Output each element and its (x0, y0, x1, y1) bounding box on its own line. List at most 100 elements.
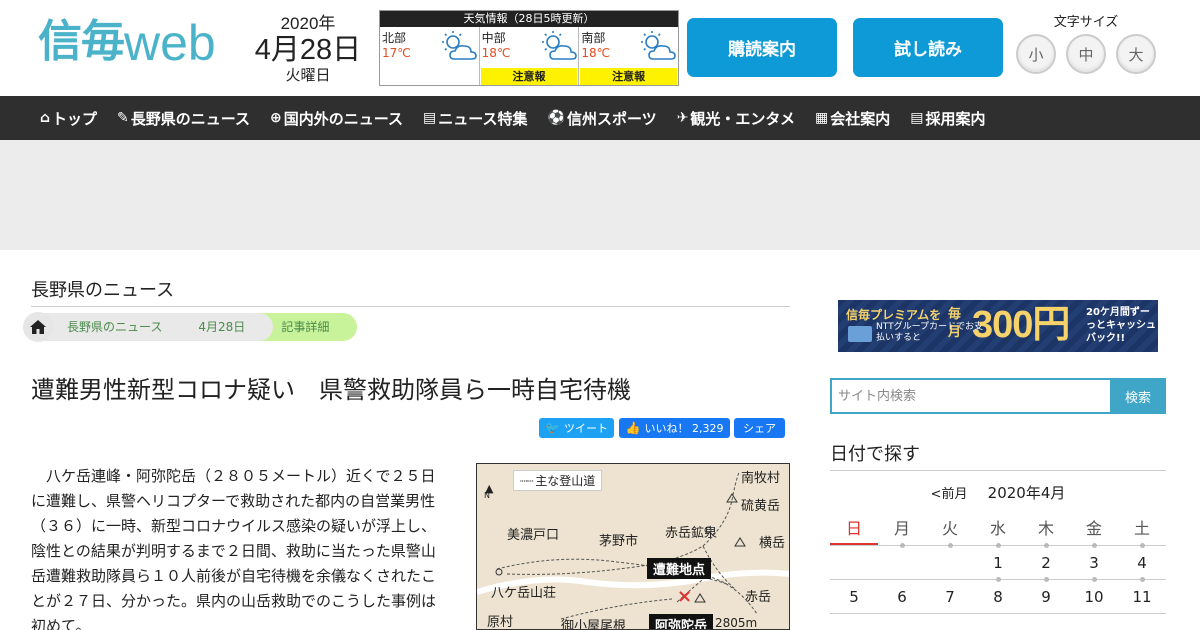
calendar-day[interactable]: 3 (1070, 546, 1118, 582)
tweet-button[interactable]: 🐦 ツイート (539, 418, 614, 438)
nav-item-sports[interactable]: ⚽ 信州スポーツ (548, 108, 657, 129)
calendar-day[interactable]: 11 (1118, 580, 1166, 613)
calendar-month: 2020年4月 (987, 484, 1066, 502)
svg-text:×: × (677, 586, 692, 607)
nav-item-tourism[interactable]: ✈ 観光・エンタメ (677, 108, 795, 129)
calendar-day (878, 546, 926, 579)
search-input[interactable] (830, 378, 1110, 414)
calendar-nav: <前月 2020年4月 (830, 482, 1166, 503)
map-label: 硫黄岳 (741, 499, 781, 514)
sun-cloud-icon (442, 31, 477, 60)
map-legend: ┈┈ 主な登山道 (513, 470, 603, 491)
calendar-day[interactable]: 10 (1070, 580, 1118, 613)
search-button[interactable]: 検索 (1110, 378, 1166, 414)
premium-small: 毎月 (948, 307, 962, 340)
breadcrumb-home[interactable] (23, 312, 53, 342)
weather-north[interactable]: 北部 17℃ (380, 27, 480, 85)
weekday-label: 土 (1133, 519, 1150, 538)
calendar-day[interactable]: 7 (926, 580, 974, 613)
weather-region: 南部 (581, 31, 606, 45)
like-label: いいね！ 2,329 (644, 422, 724, 435)
nav-label: 国内外のニュース (283, 109, 404, 128)
weather-temp: 17℃ (382, 46, 411, 60)
weather-warning[interactable]: 注意報 (480, 68, 578, 85)
weekday-label: 金 (1085, 519, 1102, 538)
trial-read-button[interactable]: 試し読み (853, 18, 1003, 77)
premium-line1: 信毎プレミアムを (846, 308, 942, 322)
ball-icon: ⚽ (547, 110, 565, 126)
font-size-large-button[interactable]: 大 (1116, 34, 1156, 74)
date-month-day: 4月28日 (254, 34, 362, 66)
home-icon: ⌂ (40, 110, 51, 126)
weather-temp: 18℃ (581, 46, 611, 60)
map-label: 茅野市 (599, 534, 639, 549)
list-icon: ▤ (910, 110, 924, 126)
thumbs-up-icon: 👍 (625, 421, 641, 435)
weekday-label: 水 (989, 519, 1006, 538)
nav-item-top[interactable]: ⌂ トップ (40, 108, 97, 129)
date-year: 2020年 (280, 14, 336, 33)
calendar: 日 月 火 水 木 金 土 1 2 3 4 5 6 7 8 9 10 11 (830, 514, 1166, 614)
nav-item-company[interactable]: ▦ 会社案内 (815, 108, 890, 129)
document-icon: ▤ (423, 110, 437, 126)
day-number: 1 (993, 554, 1003, 572)
section-title: 長野県のニュース (31, 276, 790, 307)
breadcrumb-item[interactable]: 4月28日 (176, 313, 274, 341)
day-number: 3 (1089, 554, 1099, 572)
like-button[interactable]: 👍 いいね！ 2,329 (619, 418, 730, 438)
font-size-label: 文字サイズ (1053, 15, 1119, 30)
weather-temp: 18℃ (481, 46, 511, 60)
weekday-wed: 水 (974, 514, 1022, 548)
map-legend-line: ┈┈ (520, 474, 536, 488)
map-label: 美濃戸口 (507, 528, 560, 543)
pen-icon: ✎ (117, 110, 129, 126)
calendar-day (830, 546, 878, 579)
article-headline: 遭難男性新型コロナ疑い 県警救助隊員ら一時自宅待機 (31, 376, 631, 404)
weather-region: 北部 (382, 31, 407, 45)
nav-item-recruit[interactable]: ▤ 採用案内 (910, 108, 985, 129)
font-size-control: 文字サイズ 小 中 大 (1010, 14, 1162, 74)
calendar-day[interactable]: 5 (830, 580, 878, 613)
calendar-day[interactable]: 2 (1022, 546, 1070, 582)
ad-banner-area (0, 140, 1200, 250)
calendar-day[interactable]: 6 (878, 580, 926, 613)
today-date: 2020年 4月28日 火曜日 (248, 14, 368, 84)
subscribe-button[interactable]: 購読案内 (687, 18, 837, 77)
day-number: 2 (1041, 554, 1051, 572)
main-nav: ⌂ トップ ✎ 長野県のニュース ⊕ 国内外のニュース ▤ ニュース特集 ⚽ 信… (0, 96, 1200, 140)
weather-central[interactable]: 中部 18℃ 注意報 (480, 27, 580, 85)
weather-widget[interactable]: 天気情報（28日5時更新） 北部 17℃ 中部 18℃ 注意報 南部 18℃ 注… (379, 10, 679, 86)
calendar-day[interactable]: 9 (1022, 580, 1070, 613)
weekday-tue: 火 (926, 514, 974, 548)
map-label: 2805m (715, 616, 758, 630)
calendar-day[interactable]: 8 (974, 580, 1022, 613)
calendar-weekdays: 日 月 火 水 木 金 土 (830, 514, 1166, 548)
map-label: 原村 (487, 615, 514, 630)
calendar-week: 1 2 3 4 (830, 546, 1166, 582)
nav-item-world-news[interactable]: ⊕ 国内外のニュース (270, 108, 403, 129)
nav-item-nagano-news[interactable]: ✎ 長野県のニュース (117, 108, 250, 129)
share-button[interactable]: シェア (734, 418, 785, 438)
map-legend-label: 主な登山道 (535, 474, 596, 488)
weekday-mon: 月 (878, 514, 926, 548)
calendar-day[interactable]: 1 (974, 546, 1022, 582)
calendar-day[interactable]: 4 (1118, 546, 1166, 582)
premium-banner[interactable]: 信毎プレミアムを NTTグループカードでお支払いすると 毎月 300円 20ケ月… (838, 300, 1158, 352)
nav-label: 会社案内 (830, 109, 891, 128)
site-search: 検索 (830, 378, 1166, 414)
article-map-image[interactable]: × ▲ N ┈┈ 主な登山道 南牧村 硫黄岳 美濃戸口 茅野市 赤岳鉱泉 横岳 … (476, 463, 790, 630)
font-size-small-button[interactable]: 小 (1016, 34, 1056, 74)
breadcrumb-item[interactable]: 長野県のニュース (39, 313, 191, 341)
logo-kanji: 信毎 (38, 16, 125, 67)
sun-cloud-icon (541, 31, 577, 60)
calendar-prev-month[interactable]: <前月 (931, 487, 968, 502)
day-number: 4 (1137, 554, 1147, 572)
font-size-medium-button[interactable]: 中 (1066, 34, 1106, 74)
weather-south[interactable]: 南部 18℃ 注意報 (579, 27, 678, 85)
sun-cloud-icon (641, 31, 677, 60)
home-icon (30, 320, 46, 334)
calendar-day (926, 546, 974, 579)
weather-warning[interactable]: 注意報 (580, 68, 678, 85)
nav-item-features[interactable]: ▤ ニュース特集 (423, 108, 528, 129)
site-logo[interactable]: 信毎 web (38, 14, 216, 70)
